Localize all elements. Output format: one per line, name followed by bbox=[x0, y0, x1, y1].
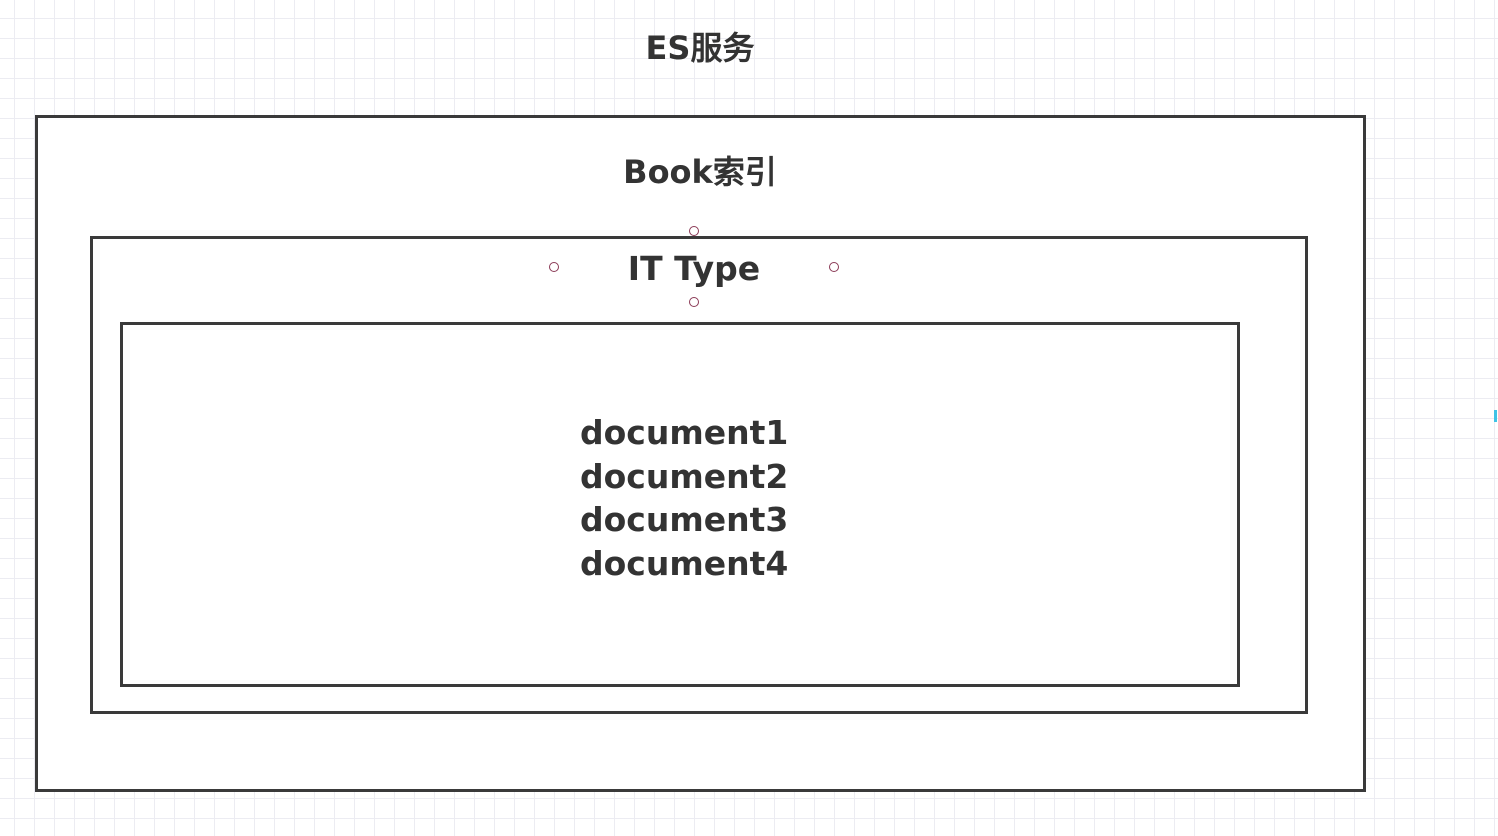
resize-handle-top[interactable] bbox=[689, 226, 699, 236]
document-list: document1 document2 document3 document4 bbox=[580, 411, 788, 586]
index-title: Book索引 bbox=[623, 153, 777, 191]
resize-handle-right[interactable] bbox=[829, 262, 839, 272]
document-item: document2 bbox=[580, 456, 789, 496]
resize-handle-bottom[interactable] bbox=[689, 297, 699, 307]
type-title[interactable]: IT Type bbox=[574, 249, 814, 289]
resize-handle-left[interactable] bbox=[549, 262, 559, 272]
document-item: document4 bbox=[580, 544, 789, 584]
canvas-edge-marker bbox=[1494, 410, 1497, 422]
service-title: ES服务 bbox=[645, 29, 755, 67]
document-item: document1 bbox=[580, 413, 789, 452]
document-item: document3 bbox=[580, 500, 789, 540]
